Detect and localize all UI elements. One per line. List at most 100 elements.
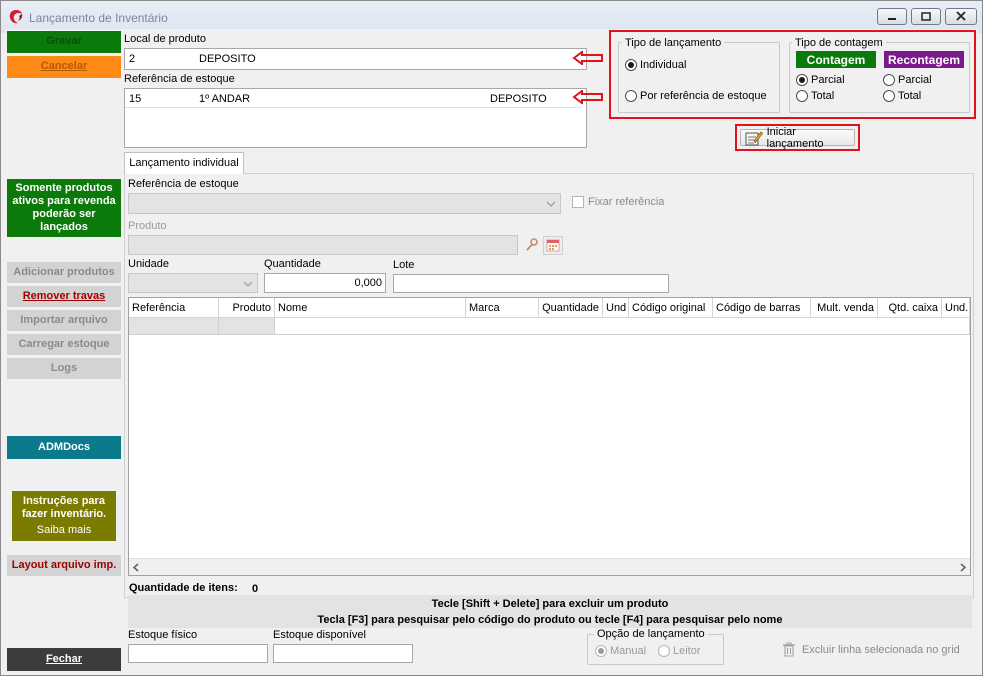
local-produto-field[interactable]: 2 DEPOSITO — [124, 48, 587, 70]
radio-individual-label: Individual — [640, 59, 687, 71]
instrucoes-button[interactable]: Instruções para fazer inventário. Saiba … — [12, 491, 116, 541]
chevron-down-icon — [546, 201, 556, 207]
col-und[interactable]: Und — [603, 298, 629, 318]
chevron-left-icon[interactable] — [132, 563, 140, 572]
carregar-estoque-button[interactable]: Carregar estoque — [7, 334, 121, 355]
horizontal-scrollbar[interactable] — [129, 558, 970, 575]
importar-arquivo-button[interactable]: Importar arquivo — [7, 310, 121, 331]
grid-filter-cell[interactable] — [129, 318, 219, 335]
col-qtd-caixa[interactable]: Qtd. caixa — [878, 298, 942, 318]
main-content: Gravar Cancelar Somente produtos ativos … — [6, 29, 978, 674]
minimize-icon — [888, 18, 896, 20]
col-produto[interactable]: Produto — [219, 298, 275, 318]
radio-dot — [625, 59, 637, 71]
produto-label: Produto — [128, 220, 167, 232]
local-name: DEPOSITO — [199, 53, 256, 65]
lote-input[interactable] — [393, 274, 669, 293]
radio-recontagem-total[interactable]: Total — [883, 90, 921, 102]
referencia-name: 1º ANDAR — [199, 93, 251, 105]
ref-estoque-select[interactable] — [128, 193, 561, 214]
radio-label: Leitor — [673, 645, 701, 657]
close-button[interactable] — [945, 8, 977, 25]
app-window: Lançamento de Inventário Gravar Cancelar… — [0, 0, 983, 676]
radio-dot — [625, 90, 637, 102]
cancelar-button[interactable]: Cancelar — [7, 56, 121, 78]
radio-dot — [796, 90, 808, 102]
col-codigo-original[interactable]: Código original — [629, 298, 713, 318]
col-nome[interactable]: Nome — [275, 298, 466, 318]
unidade-select[interactable] — [128, 273, 258, 293]
radio-dot — [796, 74, 808, 86]
gravar-button[interactable]: Gravar — [7, 31, 121, 53]
red-arrow-icon — [572, 90, 603, 104]
layout-arquivo-button[interactable]: Layout arquivo imp. — [7, 555, 121, 576]
fechar-button[interactable]: Fechar — [7, 648, 121, 671]
restore-icon — [921, 12, 931, 21]
contagem-button[interactable]: Contagem — [796, 51, 876, 68]
qtd-itens-label: Quantidade de itens: — [129, 582, 238, 594]
excluir-linha-button[interactable]: Excluir linha selecionada no grid — [782, 642, 960, 657]
logs-button[interactable]: Logs — [7, 358, 121, 379]
list-item[interactable]: 15 1º ANDAR DEPOSITO — [125, 91, 582, 107]
col-referencia[interactable]: Referência — [129, 298, 219, 318]
chevron-right-icon[interactable] — [959, 563, 967, 572]
trash-icon — [783, 642, 795, 657]
checkbox-box — [572, 196, 584, 208]
minimize-button[interactable] — [877, 8, 907, 25]
radio-recontagem-parcial[interactable]: Parcial — [883, 74, 932, 86]
window-title: Lançamento de Inventário — [29, 11, 168, 25]
radio-por-referencia[interactable]: Por referência de estoque — [625, 90, 767, 102]
calendar-grid-button[interactable] — [543, 236, 563, 255]
adicionar-produtos-button[interactable]: Adicionar produtos — [7, 262, 121, 283]
unidade-label: Unidade — [128, 258, 169, 270]
tab-lancamento-individual[interactable]: Lançamento individual — [124, 152, 244, 174]
radio-dot — [658, 645, 670, 657]
radio-leitor[interactable]: Leitor — [658, 645, 701, 657]
opcao-lancamento-title: Opção de lançamento — [594, 628, 708, 640]
instrucoes-title: Instruções para fazer inventário. — [21, 494, 107, 520]
restore-button[interactable] — [911, 8, 941, 25]
produto-field[interactable] — [128, 235, 518, 255]
app-logo-icon — [9, 10, 23, 24]
radio-individual[interactable]: Individual — [625, 59, 686, 71]
remover-travas-button[interactable]: Remover travas — [7, 286, 121, 307]
fixar-label: Fixar referência — [588, 196, 665, 208]
calendar-grid-icon — [546, 239, 560, 252]
tipo-lancamento-title: Tipo de lançamento — [622, 37, 725, 49]
referencia-estoque-label: Referência de estoque — [124, 73, 235, 85]
col-quantidade[interactable]: Quantidade — [539, 298, 603, 318]
excluir-label: Excluir linha selecionada no grid — [802, 643, 960, 656]
hint-shift-delete: Tecle [Shift + Delete] para excluir um p… — [431, 598, 669, 610]
search-key-icon[interactable] — [525, 237, 539, 252]
radio-label: Parcial — [811, 74, 845, 86]
hint-f3-f4: Tecla [F3] para pesquisar pelo código do… — [317, 614, 783, 626]
grid-filter-cell[interactable] — [275, 318, 970, 335]
radio-contagem-parcial[interactable]: Parcial — [796, 74, 845, 86]
col-codigo-barras[interactable]: Código de barras — [713, 298, 811, 318]
quantidade-input[interactable]: 0,000 — [264, 273, 386, 293]
radio-label: Total — [811, 90, 835, 102]
referencia-estoque-list[interactable]: 15 1º ANDAR DEPOSITO — [124, 88, 587, 148]
col-marca[interactable]: Marca — [466, 298, 539, 318]
saiba-mais-link[interactable]: Saiba mais — [37, 524, 91, 537]
notepad-pencil-icon — [745, 130, 763, 145]
recontagem-button[interactable]: Recontagem — [884, 51, 964, 68]
close-icon — [956, 11, 966, 21]
estoque-fisico-label: Estoque físico — [128, 629, 198, 641]
list-divider — [125, 107, 582, 108]
products-grid[interactable]: Referência Produto Nome Marca Quantidade… — [128, 297, 971, 576]
iniciar-highlight-box: Iniciar lançamento — [735, 124, 860, 151]
col-mult-venda[interactable]: Mult. venda — [811, 298, 878, 318]
iniciar-lancamento-button[interactable]: Iniciar lançamento — [740, 126, 855, 150]
radio-contagem-total[interactable]: Total — [796, 90, 834, 102]
radio-manual[interactable]: Manual — [595, 645, 646, 657]
admdocs-button[interactable]: ADMDocs — [7, 436, 121, 459]
fixar-referencia-checkbox[interactable]: Fixar referência — [572, 196, 664, 208]
info-ativos-banner: Somente produtos ativos para revenda pod… — [7, 179, 121, 237]
tipo-contagem-title: Tipo de contagem — [792, 37, 886, 49]
col-und2[interactable]: Und. — [942, 298, 970, 318]
grid-filter-cell[interactable] — [219, 318, 275, 335]
referencia-code: 15 — [129, 93, 142, 105]
estoque-disponivel-label: Estoque disponível — [273, 629, 366, 641]
radio-label: Manual — [610, 645, 647, 657]
